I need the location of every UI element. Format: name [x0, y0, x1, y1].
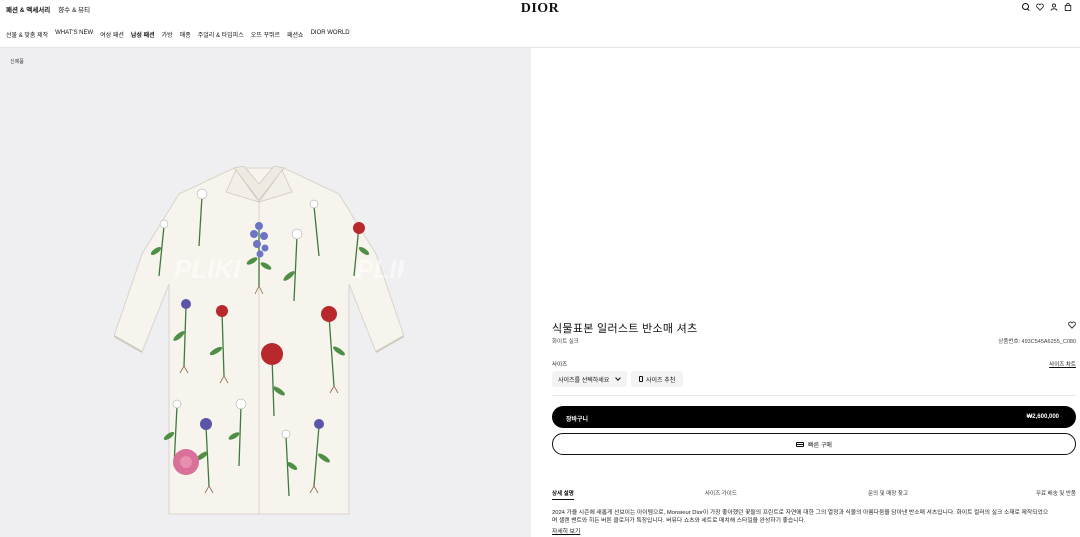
- nav-item-bags[interactable]: 가방: [162, 30, 173, 39]
- read-more-link[interactable]: 자세히 보기: [552, 526, 580, 535]
- cart-label: 장바구니: [566, 416, 589, 423]
- nav-item-jewelry[interactable]: 주얼리 & 타임피스: [198, 30, 244, 39]
- nav-item-women[interactable]: 여성 패션: [100, 30, 124, 39]
- add-to-cart-button[interactable]: 장바구니 ₩2,600,000: [552, 406, 1076, 428]
- size-recommend-label: 사이즈 추천: [646, 377, 676, 384]
- nav-item-fashion-show[interactable]: 패션쇼: [287, 30, 304, 39]
- product-image-shirt[interactable]: PLIKI PLIKI PLIKI: [114, 166, 404, 516]
- tab-contact[interactable]: 문의 및 매장 찾고: [868, 489, 908, 497]
- tab-description[interactable]: 상세 설명: [552, 489, 574, 500]
- product-price: ₩2,600,000: [1026, 413, 1059, 420]
- nav-item-gifts[interactable]: 선물 & 맞춤 제작: [6, 30, 48, 39]
- size-recommend-button[interactable]: 사이즈 추천: [631, 371, 683, 387]
- tab-size-guide[interactable]: 사이즈 가이드: [705, 489, 737, 497]
- nav-item-dior-world[interactable]: DIOR WORLD: [311, 30, 350, 39]
- size-label: 사이즈: [552, 362, 568, 368]
- quick-buy-label: 빠른 구매: [808, 442, 832, 449]
- new-badge: 신제품: [10, 59, 24, 65]
- description-line: 2024 가을 시즌에 새롭게 선보이는 아이템으로, Monsieur Dio…: [552, 510, 1049, 516]
- size-select[interactable]: 사이즈를 선택하세요: [552, 371, 627, 387]
- product-reference: 상품번호: 493C545A6255_C080: [998, 339, 1076, 345]
- size-select-value: 사이즈를 선택하세요: [558, 377, 610, 384]
- search-icon[interactable]: [1022, 3, 1030, 11]
- main-nav: 선물 & 맞춤 제작 WHAT'S NEW 여성 패션 남성 패션 가방 매종 …: [6, 30, 350, 39]
- dior-logo[interactable]: DIOR: [0, 1, 1080, 17]
- card-icon: [796, 441, 805, 447]
- ruler-icon: [639, 376, 643, 382]
- nav-item-haute-couture[interactable]: 오뜨 꾸뛰르: [251, 30, 280, 39]
- nav-item-maison[interactable]: 매종: [180, 30, 191, 39]
- divider: [552, 395, 1076, 396]
- chevron-down-icon: [615, 375, 621, 381]
- header-icons: [1022, 3, 1072, 11]
- svg-text:PLIKI: PLIKI: [356, 254, 404, 284]
- description-line: 며 셸랜 밴트와 히든 버튼 클로저가 특징입니다. 버뮤다 쇼츠와 세트로 매…: [552, 518, 806, 525]
- svg-text:PLIKI: PLIKI: [174, 254, 241, 284]
- account-icon[interactable]: [1050, 3, 1058, 11]
- quick-buy-button[interactable]: 빠른 구매: [552, 433, 1076, 455]
- product-description: 2024 가을 시즌에 새롭게 선보이는 아이템으로, Monsieur Dio…: [552, 509, 1076, 526]
- detail-tabs: 상세 설명 사이즈 가이드 문의 및 매장 찾고 무료 배송 및 반품: [552, 489, 1076, 501]
- bag-icon[interactable]: [1064, 3, 1072, 11]
- product-material: 화이트 실크: [552, 339, 579, 345]
- top-bar: 패션 & 액세서리 향수 & 뷰티 DIOR: [0, 0, 1080, 16]
- tab-shipping[interactable]: 무료 배송 및 반품: [1036, 489, 1076, 497]
- nav-item-whats-new[interactable]: WHAT'S NEW: [55, 30, 93, 39]
- product-title: 식물표본 일러스트 반소매 셔츠: [552, 323, 698, 335]
- wishlist-heart-icon[interactable]: [1068, 321, 1076, 329]
- wishlist-icon[interactable]: [1036, 3, 1044, 11]
- size-chart-link[interactable]: 사이즈 차트: [1049, 360, 1076, 368]
- nav-item-men[interactable]: 남성 패션: [131, 30, 155, 39]
